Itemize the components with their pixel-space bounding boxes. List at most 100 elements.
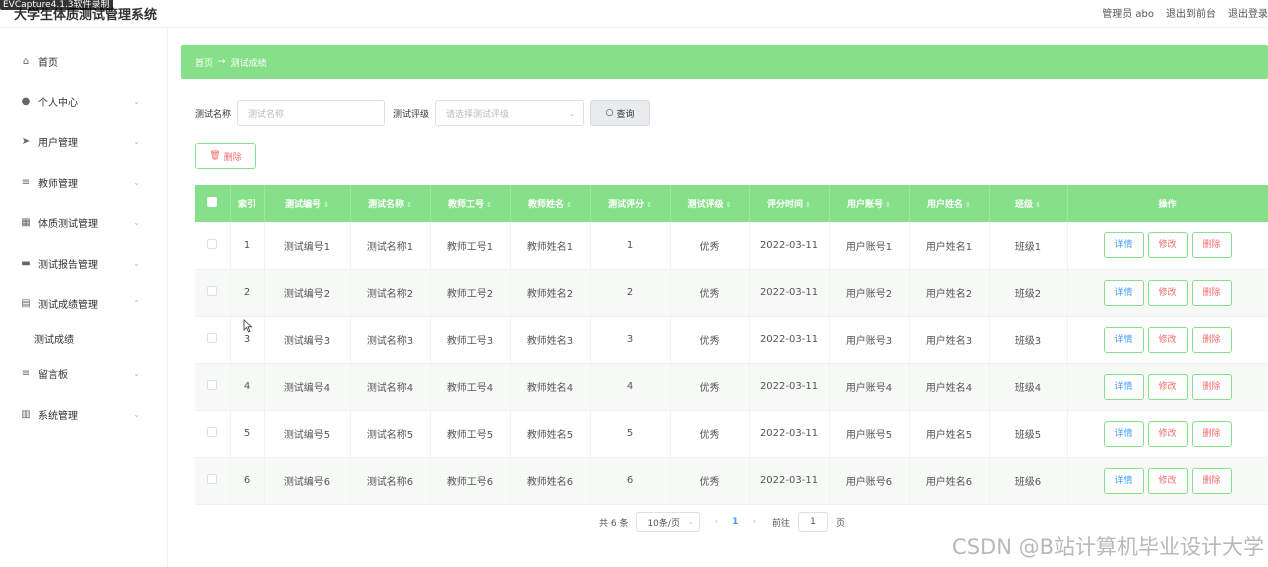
edit-button[interactable]: 修改 — [1147, 326, 1188, 353]
table-cell: 用户账号5 — [829, 410, 910, 458]
sidebar-item-label: 测试成绩 — [34, 334, 74, 346]
breadcrumb-current: 测试成绩 — [230, 58, 267, 69]
test-grade-select[interactable]: 请选择测试评级 ⌄ — [435, 100, 585, 126]
sort-icon: ⇕ — [566, 201, 572, 209]
sidebar-item-test-score-management[interactable]: ▤ 测试成绩管理 ⌃ — [0, 290, 168, 316]
column-header-class[interactable]: 班级 ⇕ — [989, 185, 1068, 222]
watermark: CSDN @B站计算机毕业设计大学 — [952, 535, 1264, 559]
admin-user-label: 管理员 abo — [1102, 9, 1154, 20]
delete-button[interactable]: 删除 — [1191, 373, 1232, 400]
page-number-current[interactable]: 1 — [732, 517, 738, 527]
table-row: 5 测试编号5 测试名称5 教师工号5 教师姓名5 5 优秀 2022-03-11 用户账号5 用… — [195, 410, 1268, 458]
search-form: 测试名称 测试名称 测试评级 请选择测试评级 ⌄ ○ 查询 — [195, 100, 651, 126]
page-size-select[interactable]: 10条/页 ⌄ — [636, 512, 701, 532]
chevron-down-icon: ⌄ — [133, 368, 140, 378]
sort-icon: ⇕ — [646, 201, 652, 209]
column-header-score-time[interactable]: 评分时间 ⇕ — [749, 185, 830, 222]
column-header-teacher-name[interactable]: 教师姓名 ⇕ — [510, 185, 591, 222]
detail-button[interactable]: 详情 — [1103, 279, 1144, 306]
delete-button[interactable]: 删除 — [1191, 326, 1232, 353]
sidebar-item-home[interactable]: ⌂ 首页 — [0, 48, 168, 74]
table-cell: 测试编号3 — [264, 316, 351, 364]
table-cell: 用户姓名2 — [909, 269, 990, 317]
detail-button[interactable]: 详情 — [1103, 373, 1144, 400]
row-checkbox[interactable] — [195, 363, 231, 411]
back-to-frontend-link[interactable]: 退出到前台 — [1166, 5, 1216, 20]
edit-button[interactable]: 修改 — [1147, 279, 1188, 306]
column-header-user-name[interactable]: 用户姓名 ⇕ — [909, 185, 990, 222]
delete-button[interactable]: 删除 — [1191, 279, 1232, 306]
goto-page-input[interactable]: 1 — [797, 512, 828, 532]
sidebar-item-test-report-management[interactable]: ▬ 测试报告管理 ⌄ — [0, 250, 168, 276]
table-cell: 用户姓名3 — [909, 316, 990, 364]
sort-icon: ⇕ — [805, 201, 811, 209]
batch-delete-label: 删除 — [223, 152, 242, 163]
row-checkbox[interactable] — [195, 410, 231, 458]
next-page-button[interactable]: › — [752, 517, 756, 527]
sidebar-item-fitness-test-management[interactable]: ▦ 体质测试管理 ⌄ — [0, 209, 168, 235]
sidebar-item-label: 留言板 — [38, 369, 68, 381]
table-cell: 测试编号6 — [264, 457, 351, 505]
table-cell: 测试名称6 — [350, 457, 431, 505]
edit-button[interactable]: 修改 — [1147, 373, 1188, 400]
table-cell: 3 — [590, 316, 671, 364]
table-cell: 教师姓名4 — [510, 363, 591, 411]
detail-button[interactable]: 详情 — [1103, 326, 1144, 353]
delete-button[interactable]: 删除 — [1191, 232, 1232, 259]
row-checkbox[interactable] — [195, 457, 231, 505]
column-header-user-account[interactable]: 用户账号 ⇕ — [829, 185, 910, 222]
table-cell: 2022-03-11 — [749, 363, 830, 411]
edit-button[interactable]: 修改 — [1147, 232, 1188, 259]
sidebar-item-user-management[interactable]: ➤ 用户管理 ⌄ — [0, 128, 168, 154]
table-cell: 教师工号5 — [430, 410, 511, 458]
table-cell: 用户姓名6 — [909, 457, 990, 505]
column-header-test-no[interactable]: 测试编号 ⇕ — [264, 185, 351, 222]
sidebar-item-system-management[interactable]: ▥ 系统管理 ⌄ — [0, 401, 168, 427]
table-cell: 班级2 — [989, 269, 1068, 317]
sidebar-item-message-board[interactable]: ≡ 留言板 ⌄ — [0, 360, 168, 386]
batch-delete-button[interactable]: 🗑 删除 — [195, 143, 256, 169]
column-header-test-name[interactable]: 测试名称 ⇕ — [350, 185, 431, 222]
table-cell: 班级6 — [989, 457, 1068, 505]
table-cell: 教师工号4 — [430, 363, 511, 411]
detail-button[interactable]: 详情 — [1103, 232, 1144, 259]
table-cell: 2 — [230, 269, 265, 317]
sidebar-item-teacher-management[interactable]: ≡ 教师管理 ⌄ — [0, 169, 168, 195]
table-cell: 测试名称5 — [350, 410, 431, 458]
row-checkbox[interactable] — [195, 316, 231, 364]
row-checkbox[interactable] — [195, 222, 231, 270]
sidebar-item-label: 首页 — [38, 57, 58, 69]
breadcrumb-home[interactable]: 首页 — [195, 56, 213, 69]
table-cell: 5 — [230, 410, 265, 458]
edit-button[interactable]: 修改 — [1147, 467, 1188, 494]
detail-button[interactable]: 详情 — [1103, 467, 1144, 494]
column-header-test-score[interactable]: 测试评分 ⇕ — [590, 185, 671, 222]
table-cell: 1 — [230, 222, 265, 270]
select-all-checkbox[interactable] — [195, 185, 231, 222]
detail-button[interactable]: 详情 — [1103, 420, 1144, 447]
table-cell: 测试名称3 — [350, 316, 431, 364]
logout-link[interactable]: 退出登录 — [1228, 5, 1268, 20]
delete-button[interactable]: 删除 — [1191, 467, 1232, 494]
row-checkbox[interactable] — [195, 269, 231, 317]
sidebar-item-personal-center[interactable]: ● 个人中心 ⌄ — [0, 88, 168, 114]
table-cell: 用户姓名4 — [909, 363, 990, 411]
edit-button[interactable]: 修改 — [1147, 420, 1188, 447]
test-name-placeholder: 测试名称 — [248, 109, 285, 120]
home-icon: ⌂ — [22, 55, 30, 67]
send-icon: ➤ — [21, 135, 31, 147]
page-size-value: 10条/页 — [647, 518, 680, 529]
table-cell: 6 — [590, 457, 671, 505]
test-name-input[interactable]: 测试名称 — [237, 100, 386, 126]
sidebar-item-test-scores[interactable]: 测试成绩 — [0, 325, 168, 351]
table-cell: 教师姓名3 — [510, 316, 591, 364]
column-header-test-grade[interactable]: 测试评级 ⇕ — [670, 185, 750, 222]
query-button[interactable]: ○ 查询 — [590, 100, 651, 126]
table-cell: 教师工号1 — [430, 222, 511, 270]
column-header-teacher-no[interactable]: 教师工号 ⇕ — [430, 185, 511, 222]
table-cell: 5 — [590, 410, 671, 458]
table-cell: 优秀 — [670, 269, 750, 317]
prev-page-button[interactable]: ‹ — [714, 517, 718, 527]
delete-button[interactable]: 删除 — [1191, 420, 1232, 447]
table-cell: 教师工号3 — [430, 316, 511, 364]
